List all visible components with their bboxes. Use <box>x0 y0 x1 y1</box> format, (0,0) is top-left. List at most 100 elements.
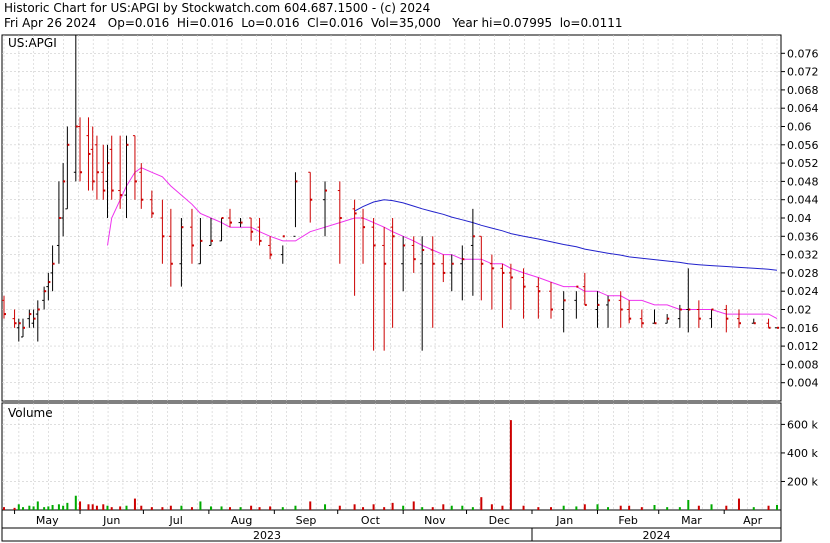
volume-bar <box>353 504 356 510</box>
volume-bar <box>575 506 578 510</box>
volume-bar <box>697 505 700 510</box>
volume-bar <box>362 507 365 510</box>
legend-symbol: US:APGI <box>8 36 57 50</box>
y-tick-label: 0.052 <box>787 157 819 170</box>
volume-bar <box>62 505 65 510</box>
volume-bar <box>324 504 327 510</box>
y-tick-label: 0.04 <box>787 212 812 225</box>
month-label: Apr <box>743 514 763 527</box>
volume-bar <box>710 504 713 510</box>
volume-tick-label: 600 k <box>787 418 818 431</box>
volume-tick-label: 200 k <box>787 475 818 488</box>
volume-bar <box>17 504 20 510</box>
volume-bar <box>628 505 631 510</box>
volume-panel <box>1 402 782 511</box>
volume-bar <box>490 504 493 510</box>
y-tick-label: 0.016 <box>787 322 819 335</box>
month-label: Sep <box>296 514 317 527</box>
y-tick-label: 0.06 <box>787 121 812 134</box>
volume-bar <box>461 505 464 510</box>
volume-bar <box>338 505 341 510</box>
volume-bar <box>22 507 25 510</box>
volume-bar <box>767 505 770 510</box>
volume-bar <box>43 507 46 510</box>
volume-title: Volume <box>8 406 53 420</box>
volume-bar <box>522 505 525 510</box>
y-tick-label: 0.068 <box>787 84 819 97</box>
volume-bar <box>106 505 109 510</box>
volume-bar <box>640 507 643 510</box>
volume-bar <box>28 505 31 510</box>
volume-bar <box>550 507 553 510</box>
volume-bar <box>66 502 69 510</box>
volume-bar <box>537 507 540 510</box>
month-label: Dec <box>489 514 510 527</box>
moving-average-long <box>354 199 778 271</box>
month-label: Jan <box>555 514 573 527</box>
volume-bar <box>258 507 261 510</box>
month-label: Aug <box>231 514 252 527</box>
volume-bar <box>309 501 312 510</box>
month-label: Oct <box>361 514 381 527</box>
moving-average-short <box>107 167 778 320</box>
y-tick-label: 0.044 <box>787 194 819 207</box>
volume-tick-label: 400 k <box>787 447 818 460</box>
y-tick-label: 0.008 <box>787 358 819 371</box>
volume-bar <box>391 502 394 510</box>
volume-bar <box>776 505 778 510</box>
y-tick-label: 0.028 <box>787 267 819 280</box>
month-label: Jul <box>168 514 182 527</box>
volume-bar <box>737 498 740 510</box>
year-label: 2024 <box>643 529 671 542</box>
volume-bar <box>190 507 193 510</box>
volume-bar <box>471 507 474 510</box>
y-tick-label: 0.02 <box>787 304 812 317</box>
volume-bar <box>402 505 405 510</box>
y-tick-label: 0.072 <box>787 66 819 79</box>
volume-bar <box>431 507 434 510</box>
y-tick-label: 0.036 <box>787 230 819 243</box>
y-tick-label: 0.032 <box>787 249 819 262</box>
volume-bar <box>57 504 60 510</box>
volume-bar <box>119 506 122 510</box>
y-tick-label: 0.012 <box>787 340 819 353</box>
volume-bar <box>412 501 415 510</box>
volume-bar <box>32 506 35 510</box>
volume-bar <box>51 505 54 510</box>
volume-bar <box>269 506 272 510</box>
volume-bar <box>687 500 690 510</box>
volume-bar <box>47 506 50 510</box>
volume-bar <box>79 501 82 510</box>
y-tick-label: 0.064 <box>787 102 819 115</box>
y-tick-label: 0.024 <box>787 285 819 298</box>
volume-bar <box>619 505 622 510</box>
volume-bar <box>239 507 242 510</box>
volume-bar <box>169 505 172 510</box>
volume-bar <box>13 507 16 510</box>
volume-bar <box>220 506 223 510</box>
year-label: 2023 <box>253 529 281 542</box>
volume-bar <box>596 504 599 510</box>
volume-bar <box>501 505 504 510</box>
volume-bar <box>36 501 39 510</box>
volume-bar <box>383 507 386 510</box>
volume-bar <box>133 498 136 510</box>
volume-bar <box>450 505 453 510</box>
volume-bar <box>110 507 113 510</box>
volume-bar <box>199 501 202 510</box>
y-tick-label: 0.004 <box>787 377 819 390</box>
volume-bar <box>562 505 565 510</box>
volume-bar <box>480 497 483 510</box>
volume-bar <box>678 507 681 510</box>
volume-bar <box>294 505 297 510</box>
volume-bar <box>91 504 94 510</box>
volume-bar <box>209 506 212 510</box>
volume-bar <box>140 505 143 510</box>
volume-bar <box>607 507 610 510</box>
volume-bar <box>95 505 98 510</box>
stock-chart: 0.004 0.008 0.012 0.016 0.02 0.024 0.028 0.032 0… <box>1 34 819 542</box>
volume-bar <box>509 420 512 510</box>
month-label: Feb <box>618 514 637 527</box>
month-label: Mar <box>681 514 702 527</box>
volume-bar <box>125 505 128 510</box>
